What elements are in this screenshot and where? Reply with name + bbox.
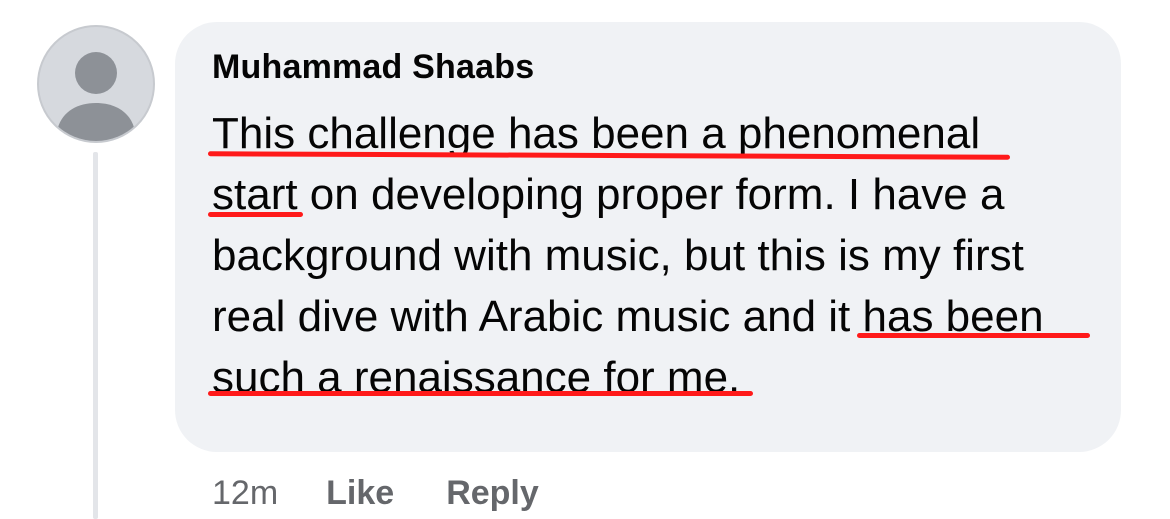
like-button[interactable]: Like (326, 474, 394, 513)
highlight-underline (857, 333, 1090, 338)
comment-timestamp[interactable]: 12m (212, 474, 278, 513)
reply-thread-line (93, 152, 98, 519)
comment-actions: 12m Like Reply (212, 470, 591, 516)
comment-avatar[interactable] (37, 25, 155, 143)
comment-text: This challenge has been a phenomenal sta… (212, 103, 1112, 408)
comment-text-line-3: background with music, but this is my fi… (212, 231, 1024, 280)
default-profile-icon (56, 52, 136, 141)
comment-text-segment: on developing proper form. I have a (297, 170, 1005, 219)
highlight-underline (208, 391, 753, 396)
comment-text-segment: real dive with Arabic music and (212, 292, 829, 341)
highlighted-phrase-1: This challenge has been a phenomenal (212, 109, 981, 158)
highlight-underline (208, 212, 303, 217)
reply-button[interactable]: Reply (446, 474, 539, 513)
comment-text-line-5: such a renaissance for me. (212, 347, 1112, 408)
comment-text-line-2: start on developing proper form. I have … (212, 164, 1112, 225)
comment-author-name[interactable]: Muhammad Shaabs (212, 48, 534, 87)
